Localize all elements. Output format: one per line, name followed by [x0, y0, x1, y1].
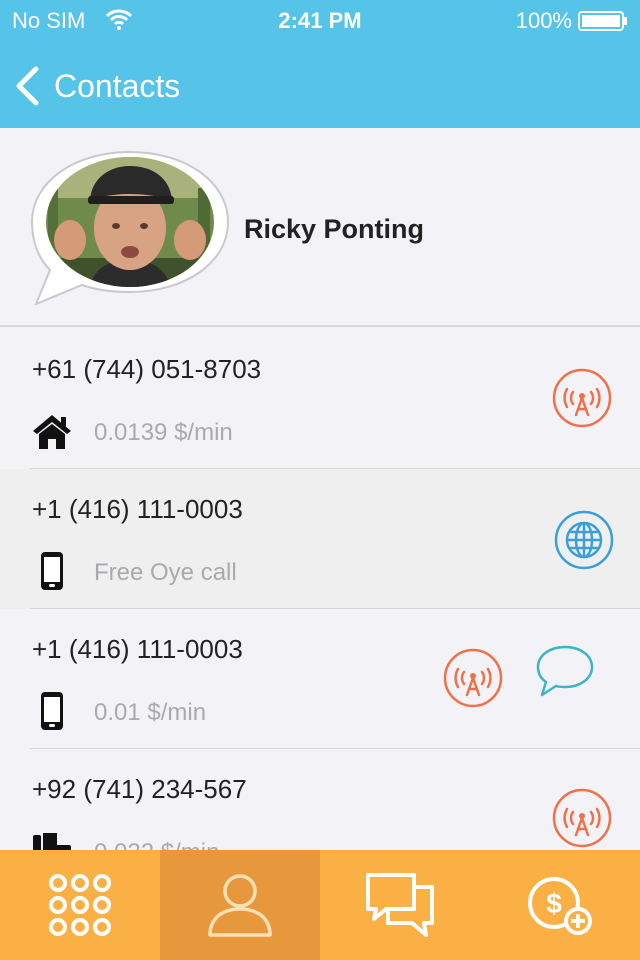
contact-name: Ricky Ponting	[244, 214, 425, 244]
mobile-icon	[41, 692, 63, 730]
tab-add-credit[interactable]: $	[480, 850, 640, 960]
call-icon[interactable]	[442, 647, 504, 709]
messages-icon	[366, 873, 434, 937]
phone-number[interactable]: +1 (416) 111-0003	[32, 494, 243, 525]
chevron-left-icon	[16, 66, 39, 106]
call-icon[interactable]	[551, 787, 613, 849]
back-label: Contacts	[54, 67, 181, 104]
keypad-icon	[49, 874, 111, 936]
tab-keypad[interactable]	[0, 850, 160, 960]
phone-number[interactable]: +1 (416) 111-0003	[32, 634, 243, 665]
avatar	[30, 150, 230, 306]
call-rate: 0.0139 $/min	[94, 419, 233, 446]
chat-bubble-icon[interactable]	[534, 643, 596, 699]
fax-icon	[33, 833, 71, 850]
add-credit-icon: $	[528, 877, 592, 935]
tab-contacts[interactable]	[160, 850, 320, 960]
battery-percent: 100%	[515, 8, 572, 33]
call-rate: 0.022 $/min	[94, 839, 219, 850]
navigation-bar: Contacts	[0, 40, 640, 128]
back-button[interactable]: Contacts	[14, 64, 180, 108]
mobile-icon	[41, 552, 63, 590]
list-item[interactable]: +1 (416) 111-0003 Free Oye call	[0, 469, 640, 609]
tab-messages[interactable]	[320, 850, 480, 960]
home-icon	[33, 415, 71, 449]
list-item[interactable]: +92 (741) 234-567 0.022 $/min	[0, 749, 640, 850]
phone-number[interactable]: +92 (741) 234-567	[32, 774, 247, 805]
list-item[interactable]: +1 (416) 111-0003 0.01 $/min	[0, 609, 640, 749]
phone-number[interactable]: +61 (744) 051-8703	[32, 354, 261, 385]
svg-text:$: $	[546, 888, 562, 919]
status-bar: No SIM 2:41 PM 100%	[0, 0, 640, 40]
contact-header: Ricky Ponting	[0, 128, 640, 327]
call-icon[interactable]	[551, 367, 613, 429]
call-rate: Free Oye call	[94, 559, 237, 586]
globe-icon[interactable]	[553, 509, 615, 571]
phone-number-list: +61 (744) 051-8703 0.0139 $/min +1 (416)…	[0, 329, 640, 850]
battery-icon	[578, 11, 627, 31]
person-icon	[208, 874, 272, 937]
tab-bar: $	[0, 850, 640, 960]
call-rate: 0.01 $/min	[94, 699, 207, 726]
list-item[interactable]: +61 (744) 051-8703 0.0139 $/min	[0, 329, 640, 469]
